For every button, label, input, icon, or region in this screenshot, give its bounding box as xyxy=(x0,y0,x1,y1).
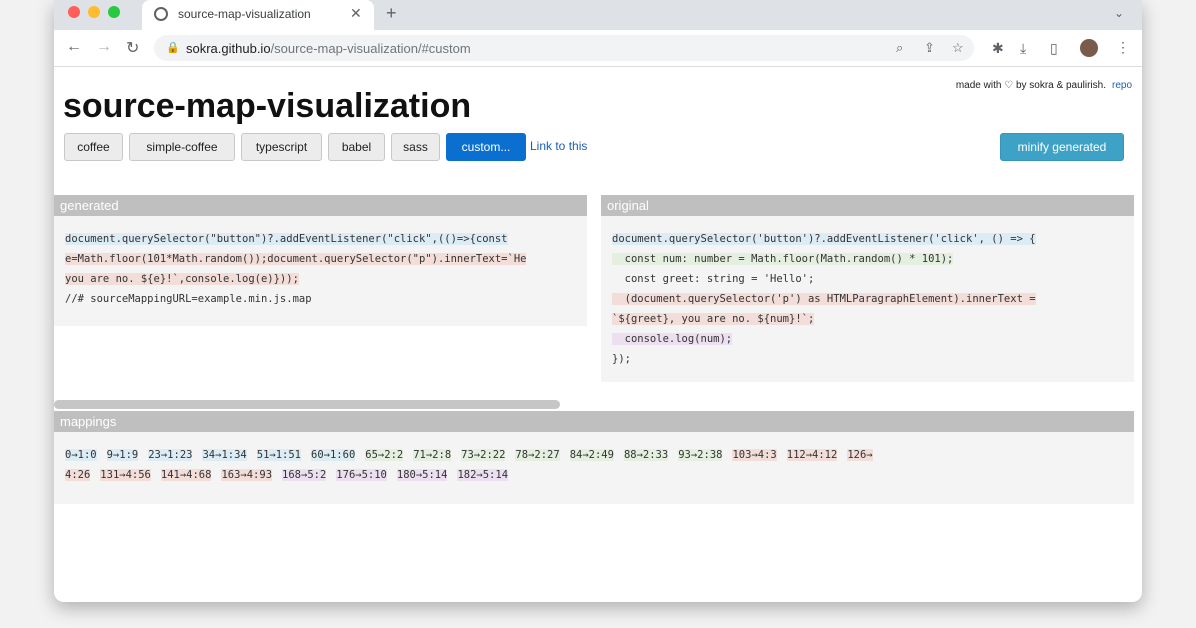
chevron-down-icon[interactable]: ⌄ xyxy=(1114,6,1124,20)
profile-avatar[interactable] xyxy=(1080,39,1098,57)
credits-text: made with ♡ by sokra & paulirish. xyxy=(955,80,1106,91)
mapping-item[interactable]: 180→5:14 xyxy=(396,469,448,481)
horizontal-scrollbar[interactable] xyxy=(54,400,560,409)
mappings-header: mappings xyxy=(54,411,1134,432)
original-code[interactable]: document.querySelector('button')?.addEve… xyxy=(612,229,1036,369)
forward-arrow-icon[interactable]: → xyxy=(96,38,112,56)
example-button-simple-coffee[interactable]: simple-coffee xyxy=(129,133,235,161)
mapping-item[interactable]: 65→2:2 xyxy=(365,449,404,461)
generated-segment[interactable]: document.querySelector("button")?.addEve… xyxy=(65,233,508,245)
mapping-item[interactable]: 23→1:23 xyxy=(148,449,193,461)
share-icon[interactable]: ⇪ xyxy=(924,40,935,56)
original-segment[interactable]: console.log(num); xyxy=(612,333,733,345)
original-header: original xyxy=(601,195,1134,216)
mapping-item[interactable]: 126→ xyxy=(847,449,873,461)
mapping-item[interactable]: 88→2:33 xyxy=(623,449,669,461)
tab-title: source-map-visualization xyxy=(178,7,311,21)
original-panel: original document.querySelector('button'… xyxy=(601,195,1134,382)
mapping-item[interactable]: 73→2:22 xyxy=(461,449,506,461)
lock-icon: 🔒 xyxy=(166,42,180,54)
original-segment[interactable]: const num: number = Math.floor(Math.rand… xyxy=(612,253,954,265)
generated-segment[interactable]: e=Math.floor(101*Math.random());document… xyxy=(65,253,527,265)
credits: made with ♡ by sokra & paulirish. repo xyxy=(956,80,1132,91)
mapping-item[interactable]: 51→1:51 xyxy=(256,449,302,461)
mapping-item[interactable]: 93→2:38 xyxy=(678,449,723,461)
zoom-window-button[interactable] xyxy=(108,6,120,18)
original-segment[interactable]: document.querySelector('button')?.addEve… xyxy=(612,233,1036,245)
generated-line-1: document.querySelector("button")?.addEve… xyxy=(65,229,526,249)
example-button-sass[interactable]: sass xyxy=(391,133,440,161)
back-arrow-icon[interactable]: ← xyxy=(66,38,82,56)
browser-window: source-map-visualization ✕ + ⌄ ← → ↻ 🔒 s… xyxy=(54,0,1142,602)
url-text[interactable]: sokra.github.io/source-map-visualization… xyxy=(186,41,471,56)
browser-tab[interactable]: source-map-visualization ✕ xyxy=(142,0,374,30)
mapping-item[interactable]: 112→4:12 xyxy=(786,449,838,461)
url-host: sokra.github.io xyxy=(186,41,271,56)
mapping-item[interactable]: 84→2:49 xyxy=(569,449,614,461)
new-tab-button[interactable]: + xyxy=(386,3,397,24)
address-bar[interactable]: 🔒 sokra.github.io/source-map-visualizati… xyxy=(154,35,974,61)
url-path: /source-map-visualization/#custom xyxy=(270,41,471,56)
bookmark-star-icon[interactable]: ☆ xyxy=(952,40,964,56)
globe-icon xyxy=(154,7,168,21)
mappings-row-1: 0→1:0 9→1:9 23→1:23 34→1:34 51→1:51 60→1:60 65… xyxy=(65,449,883,461)
example-button-babel[interactable]: babel xyxy=(328,133,385,161)
generated-header: generated xyxy=(54,195,587,216)
original-line-5: `${greet}, you are no. ${num}!`; xyxy=(612,309,1036,329)
original-line-3: const greet: string = 'Hello'; xyxy=(612,273,815,285)
tab-close-icon[interactable]: ✕ xyxy=(350,5,362,22)
link-to-this[interactable]: Link to this xyxy=(530,139,587,153)
mapping-item[interactable]: 4:26 xyxy=(65,469,91,481)
mapping-item[interactable]: 176→5:10 xyxy=(336,469,387,481)
minify-generated-button[interactable]: minify generated xyxy=(1000,133,1124,161)
mapping-item[interactable]: 9→1:9 xyxy=(106,449,139,461)
mapping-item[interactable]: 60→1:60 xyxy=(311,449,356,461)
minimize-window-button[interactable] xyxy=(88,6,100,18)
more-menu-icon[interactable]: ⋮ xyxy=(1116,39,1130,56)
original-line-2: const num: number = Math.floor(Math.rand… xyxy=(612,249,1036,269)
mapping-item[interactable]: 71→2:8 xyxy=(413,449,452,461)
mapping-item[interactable]: 168→5:2 xyxy=(282,469,327,481)
mappings-row-2: 4:26 131→4:56 141→4:68 163→4:93 168→5:2 176→5… xyxy=(65,469,518,481)
mapping-item[interactable]: 131→4:56 xyxy=(100,469,151,481)
extensions-puzzle-icon[interactable]: ✱ xyxy=(992,40,1004,57)
title-bar: source-map-visualization ✕ + ⌄ xyxy=(54,0,1142,30)
close-window-button[interactable] xyxy=(68,6,80,18)
original-segment[interactable]: (document.querySelector('p') as HTMLPara… xyxy=(612,293,1036,305)
mapping-item[interactable]: 141→4:68 xyxy=(160,469,212,481)
mapping-item[interactable]: 78→2:27 xyxy=(515,449,560,461)
generated-line-2: e=Math.floor(101*Math.random());document… xyxy=(65,249,527,269)
generated-line-4: //# sourceMappingURL=example.min.js.map xyxy=(65,293,312,305)
mapping-item[interactable]: 0→1:0 xyxy=(65,449,97,461)
original-line-4: (document.querySelector('p') as HTMLPara… xyxy=(612,289,1036,309)
page-title: source-map-visualization xyxy=(63,87,472,125)
mapping-item[interactable]: 103→4:3 xyxy=(732,449,777,461)
example-button-custom[interactable]: custom... xyxy=(446,133,526,161)
original-line-6: console.log(num); xyxy=(612,329,1036,349)
mapping-item[interactable]: 182→5:14 xyxy=(457,469,509,481)
reload-icon[interactable]: ↻ xyxy=(126,38,139,58)
repo-link[interactable]: repo xyxy=(1112,80,1132,91)
generated-line-3: you are no. ${e}!`,console.log(e)})); xyxy=(65,269,526,289)
original-line-1: document.querySelector('button')?.addEve… xyxy=(612,229,1036,249)
original-segment[interactable]: `${greet}, you are no. ${num}!`; xyxy=(612,313,815,325)
generated-panel: generated document.querySelector("button… xyxy=(54,195,587,326)
original-line-7: }); xyxy=(612,353,631,365)
generated-code[interactable]: document.querySelector("button")?.addEve… xyxy=(65,229,527,309)
browser-toolbar: ← → ↻ 🔒 sokra.github.io/source-map-visua… xyxy=(54,30,1142,67)
side-panel-icon[interactable]: ▯ xyxy=(1050,40,1058,57)
zoom-icon[interactable]: ⌕ xyxy=(896,40,903,56)
mapping-item[interactable]: 34→1:34 xyxy=(202,449,247,461)
example-button-typescript[interactable]: typescript xyxy=(241,133,322,161)
mapping-item[interactable]: 163→4:93 xyxy=(221,469,273,481)
example-button-coffee[interactable]: coffee xyxy=(64,133,123,161)
mappings-panel: mappings 0→1:0 9→1:9 23→1:23 34→1:34 51→1:51… xyxy=(54,411,1134,504)
page-content: made with ♡ by sokra & paulirish. repo so… xyxy=(54,67,1142,602)
download-icon[interactable]: ⤓ xyxy=(1020,40,1026,57)
generated-segment[interactable]: you are no. ${e}!`,console.log(e)})); xyxy=(65,273,299,285)
